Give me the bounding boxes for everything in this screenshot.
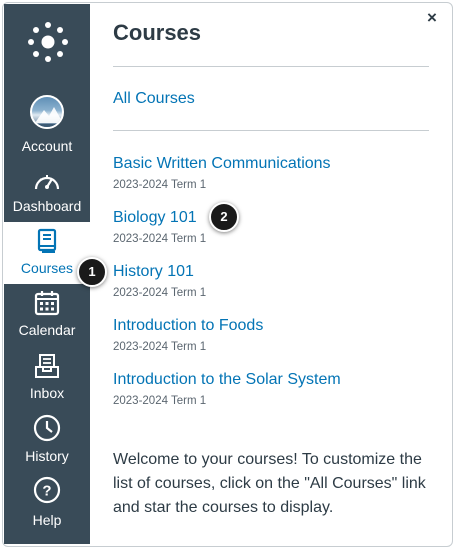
clock-icon <box>33 414 61 442</box>
nav-account-label: Account <box>21 138 73 154</box>
course-link[interactable]: Introduction to Foods <box>113 317 263 335</box>
course-link[interactable]: History 101 <box>113 263 194 281</box>
nav-calendar[interactable]: Calendar <box>4 284 90 346</box>
callout-badge-1: 1 <box>77 257 107 287</box>
nav-help-label: Help <box>32 512 62 528</box>
callout-badge-2: 2 <box>209 202 239 232</box>
dashboard-gauge-icon <box>34 175 60 190</box>
close-tray-button[interactable]: × <box>424 8 440 28</box>
nav-history[interactable]: History <box>4 410 90 472</box>
welcome-message: Welcome to your courses! To customize th… <box>113 451 426 516</box>
canvas-logo-icon[interactable] <box>26 20 70 64</box>
book-icon <box>37 228 57 253</box>
inbox-icon <box>35 354 59 378</box>
nav-help[interactable]: ? Help <box>4 472 90 534</box>
course-link[interactable]: Introduction to the Solar System <box>113 371 341 389</box>
nav-history-label: History <box>25 448 69 464</box>
calendar-icon <box>34 291 60 316</box>
all-courses-link[interactable]: All Courses <box>113 90 195 108</box>
account-avatar <box>30 95 64 129</box>
nav-account[interactable]: Account <box>4 92 90 154</box>
nav-dashboard-label: Dashboard <box>12 198 82 214</box>
nav-calendar-label: Calendar <box>18 322 76 338</box>
question-circle-icon: ? <box>33 476 61 504</box>
all-courses-divider <box>113 130 429 131</box>
course-link[interactable]: Biology 101 <box>113 209 197 227</box>
course-term: 2023-2024 Term 1 <box>113 395 207 407</box>
nav-inbox[interactable]: Inbox <box>4 348 90 410</box>
svg-text:?: ? <box>42 483 51 500</box>
tray-title: Courses <box>113 20 202 45</box>
course-term: 2023-2024 Term 1 <box>113 233 207 245</box>
course-term: 2023-2024 Term 1 <box>113 341 207 353</box>
nav-inbox-label: Inbox <box>29 385 65 401</box>
course-term: 2023-2024 Term 1 <box>113 287 207 299</box>
nav-dashboard[interactable]: Dashboard <box>4 164 90 226</box>
course-link[interactable]: Basic Written Communications <box>113 155 331 173</box>
title-divider <box>113 66 429 67</box>
course-term: 2023-2024 Term 1 <box>113 179 207 191</box>
